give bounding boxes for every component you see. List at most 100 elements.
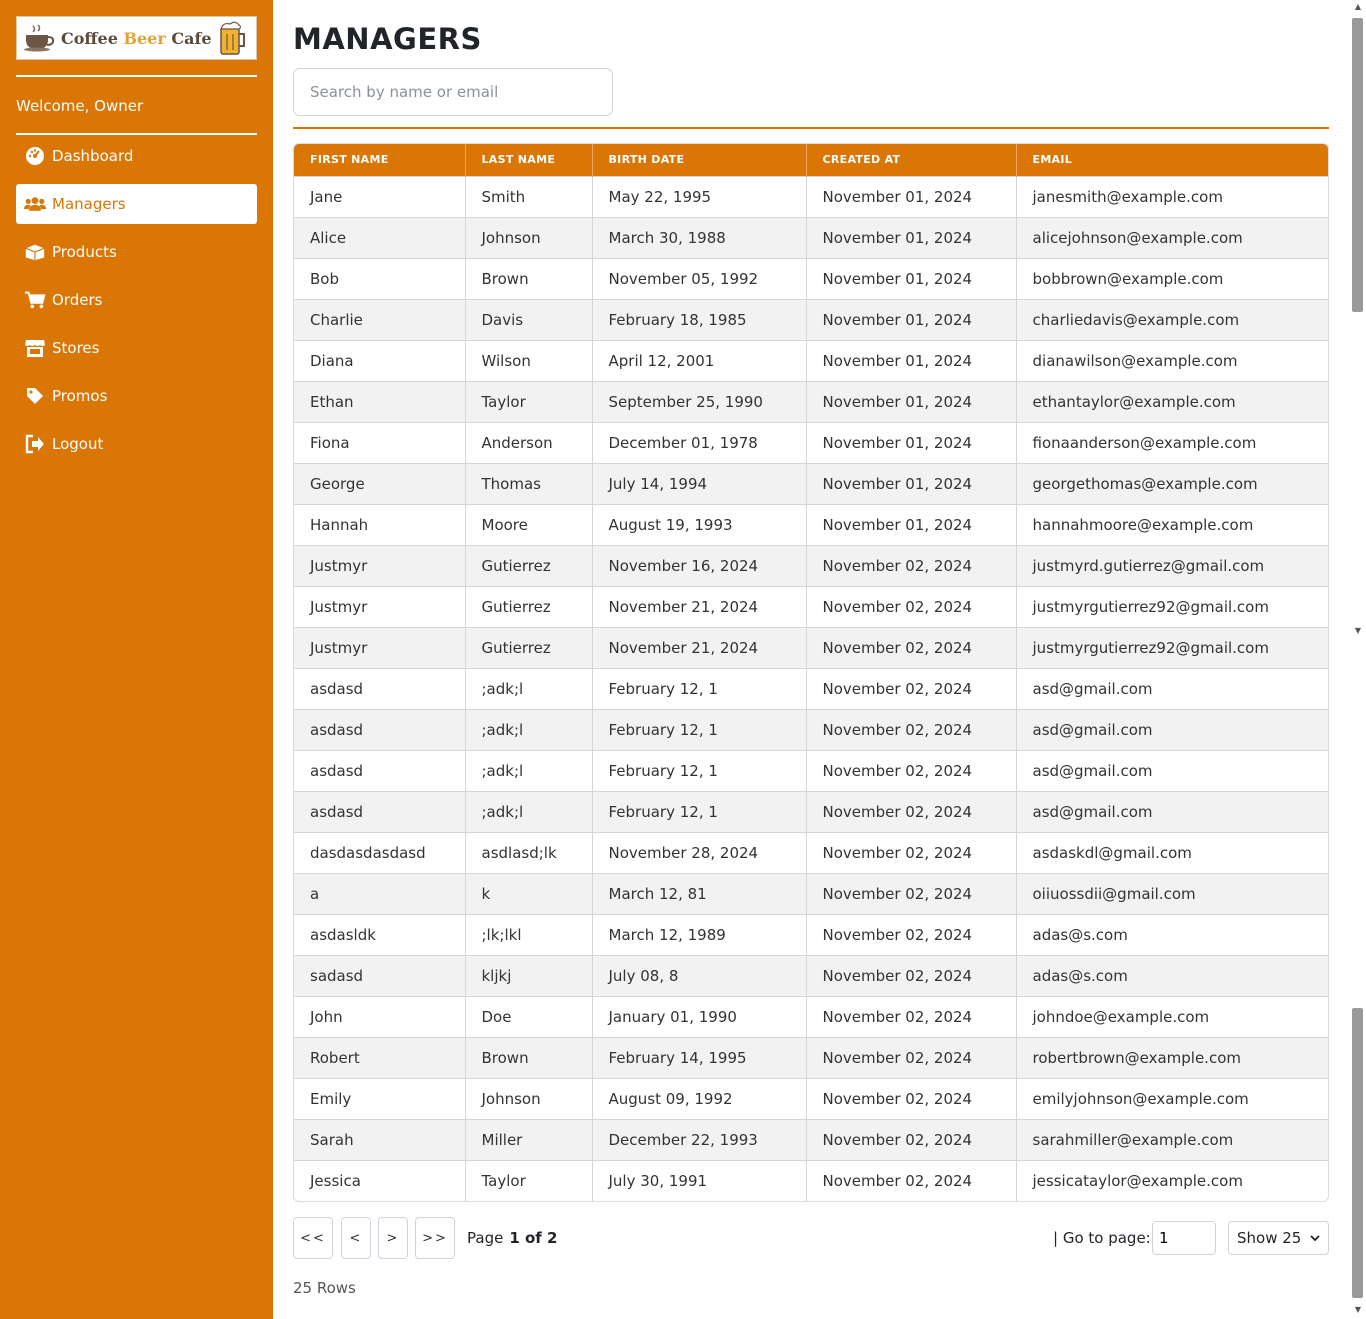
sidebar-item-promos[interactable]: Promos xyxy=(16,376,257,416)
cell-email: fionaanderson@example.com xyxy=(1016,421,1328,463)
cell-created-at: November 01, 2024 xyxy=(806,503,1017,545)
sidebar-item-orders[interactable]: Orders xyxy=(16,280,257,320)
cell-last-name: Wilson xyxy=(465,339,593,381)
table-row[interactable]: Hannah Moore August 19, 1993 November 01, 2… xyxy=(294,503,1328,545)
column-header-first-name[interactable]: FIRST NAME xyxy=(294,144,466,176)
sidebar-item-label: Promos xyxy=(52,387,108,405)
cell-last-name: ;adk;l xyxy=(465,708,593,750)
next-page-button[interactable]: > xyxy=(378,1217,408,1259)
scroll-down-arrow-icon[interactable]: ▼ xyxy=(1353,1305,1363,1315)
table-row[interactable]: Jane Smith May 22, 1995 November 01, 2024 ja… xyxy=(294,175,1328,217)
scroll-up-arrow-icon[interactable]: ▲ xyxy=(1353,2,1363,12)
cell-last-name: asdlasd;lk xyxy=(465,831,593,873)
table-row[interactable]: Bob Brown November 05, 1992 November 01, 20… xyxy=(294,257,1328,299)
cell-first-name: Jessica xyxy=(294,1159,466,1201)
table-row[interactable]: dasdasdasdasd asdlasd;lk November 28, 2024… xyxy=(294,831,1328,873)
sidebar-item-managers[interactable]: Managers xyxy=(16,184,257,224)
table-row[interactable]: John Doe January 01, 1990 November 02, 2024… xyxy=(294,995,1328,1037)
cell-first-name: Justmyr xyxy=(294,585,466,627)
first-page-button[interactable]: << xyxy=(293,1217,333,1259)
table-row[interactable]: Jessica Taylor July 30, 1991 November 02, 2… xyxy=(294,1159,1328,1201)
table-row[interactable]: Robert Brown February 14, 1995 November 02,… xyxy=(294,1036,1328,1078)
table-row[interactable]: Diana Wilson April 12, 2001 November 01, 20… xyxy=(294,339,1328,381)
table-row[interactable]: Emily Johnson August 09, 1992 November 02, … xyxy=(294,1077,1328,1119)
cell-created-at: November 02, 2024 xyxy=(806,1077,1017,1119)
cell-first-name: Justmyr xyxy=(294,626,466,668)
cell-first-name: sadasd xyxy=(294,954,466,996)
sidebar-item-stores[interactable]: Stores xyxy=(16,328,257,368)
prev-page-button[interactable]: < xyxy=(341,1217,371,1259)
cell-last-name: Miller xyxy=(465,1118,593,1160)
cell-email: justmyrd.gutierrez@gmail.com xyxy=(1016,544,1328,586)
table-row[interactable]: Alice Johnson March 30, 1988 November 01, 2… xyxy=(294,216,1328,258)
table-row[interactable]: asdasd ;adk;l February 12, 1 November 02, 2… xyxy=(294,790,1328,832)
cell-birth-date: April 12, 2001 xyxy=(592,339,807,381)
scrollbar-thumb[interactable] xyxy=(1352,18,1363,312)
cell-birth-date: January 01, 1990 xyxy=(592,995,807,1037)
section-divider xyxy=(293,127,1329,129)
cell-first-name: Fiona xyxy=(294,421,466,463)
cell-first-name: Bob xyxy=(294,257,466,299)
cell-first-name: a xyxy=(294,872,466,914)
store-icon xyxy=(24,337,46,359)
cell-email: bobbrown@example.com xyxy=(1016,257,1328,299)
cell-email: hannahmoore@example.com xyxy=(1016,503,1328,545)
page-scrollbar[interactable]: ▲ ▼ ▼ xyxy=(1350,0,1366,1319)
sidebar-item-label: Orders xyxy=(52,291,103,309)
cell-last-name: Thomas xyxy=(465,462,593,504)
cell-created-at: November 02, 2024 xyxy=(806,831,1017,873)
cell-first-name: asdasd xyxy=(294,667,466,709)
cell-created-at: November 02, 2024 xyxy=(806,626,1017,668)
brand-logo[interactable]: Coffee Beer Cafe xyxy=(16,16,257,60)
logout-icon xyxy=(24,433,46,455)
cell-birth-date: March 12, 1989 xyxy=(592,913,807,955)
last-page-button[interactable]: >> xyxy=(415,1217,455,1259)
table-row[interactable]: asdasldk ;lk;lkl March 12, 1989 November 02… xyxy=(294,913,1328,955)
cell-last-name: Brown xyxy=(465,1036,593,1078)
cell-birth-date: December 01, 1978 xyxy=(592,421,807,463)
table-row[interactable]: asdasd ;adk;l February 12, 1 November 02, 2… xyxy=(294,749,1328,791)
cell-birth-date: August 19, 1993 xyxy=(592,503,807,545)
brand-name: Coffee Beer Cafe xyxy=(61,28,212,48)
rows-count: 25 Rows xyxy=(293,1279,356,1297)
page-size-select[interactable]: Show 25 xyxy=(1228,1221,1329,1255)
cell-birth-date: February 12, 1 xyxy=(592,708,807,750)
sidebar-item-products[interactable]: Products xyxy=(16,232,257,272)
table-row[interactable]: Justmyr Gutierrez November 16, 2024 Novembe… xyxy=(294,544,1328,586)
table-row[interactable]: Justmyr Gutierrez November 21, 2024 Novembe… xyxy=(294,585,1328,627)
table-row[interactable]: asdasd ;adk;l February 12, 1 November 02, 2… xyxy=(294,708,1328,750)
column-header-last-name[interactable]: LAST NAME xyxy=(465,144,593,176)
cell-first-name: Sarah xyxy=(294,1118,466,1160)
table-row[interactable]: a k March 12, 81 November 02, 2024 oiiuossdi… xyxy=(294,872,1328,914)
cell-first-name: Charlie xyxy=(294,298,466,340)
cell-created-at: November 02, 2024 xyxy=(806,995,1017,1037)
table-row[interactable]: Justmyr Gutierrez November 21, 2024 Novembe… xyxy=(294,626,1328,668)
cell-last-name: Moore xyxy=(465,503,593,545)
table-row[interactable]: Fiona Anderson December 01, 1978 November 0… xyxy=(294,421,1328,463)
cell-birth-date: August 09, 1992 xyxy=(592,1077,807,1119)
column-header-email[interactable]: EMAIL xyxy=(1016,144,1328,176)
scroll-marker-icon: ▼ xyxy=(1354,626,1362,635)
users-icon xyxy=(24,193,46,215)
cell-first-name: asdasd xyxy=(294,708,466,750)
sidebar-item-dashboard[interactable]: Dashboard xyxy=(16,136,257,176)
column-header-birth-date[interactable]: BIRTH DATE xyxy=(592,144,807,176)
table-row[interactable]: Ethan Taylor September 25, 1990 November 01… xyxy=(294,380,1328,422)
cell-first-name: Diana xyxy=(294,339,466,381)
goto-page-input[interactable] xyxy=(1152,1221,1216,1255)
table-row[interactable]: George Thomas July 14, 1994 November 01, 20… xyxy=(294,462,1328,504)
table-row[interactable]: Sarah Miller December 22, 1993 November 02,… xyxy=(294,1118,1328,1160)
scrollbar-thumb-lower[interactable] xyxy=(1352,1008,1363,1298)
cell-email: robertbrown@example.com xyxy=(1016,1036,1328,1078)
table-row[interactable]: Charlie Davis February 18, 1985 November 01… xyxy=(294,298,1328,340)
table-row[interactable]: asdasd ;adk;l February 12, 1 November 02, 2… xyxy=(294,667,1328,709)
cell-created-at: November 02, 2024 xyxy=(806,790,1017,832)
column-header-created-at[interactable]: CREATED AT xyxy=(806,144,1017,176)
cell-created-at: November 02, 2024 xyxy=(806,544,1017,586)
table-header-row: FIRST NAME LAST NAME BIRTH DATE CREATED … xyxy=(294,144,1328,176)
table-row[interactable]: sadasd kljkj July 08, 8 November 02, 2024 ad… xyxy=(294,954,1328,996)
sidebar-item-logout[interactable]: Logout xyxy=(16,424,257,464)
cell-last-name: kljkj xyxy=(465,954,593,996)
cell-birth-date: February 18, 1985 xyxy=(592,298,807,340)
search-input[interactable] xyxy=(293,68,613,116)
